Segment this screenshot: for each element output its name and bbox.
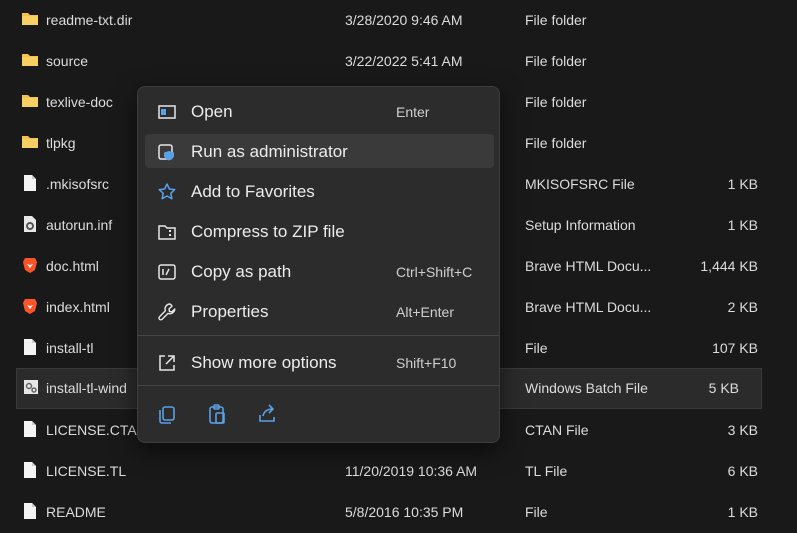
menu-item-label: Run as administrator — [191, 142, 348, 161]
file-size: 1 KB — [727, 217, 758, 233]
share-icon[interactable] — [256, 403, 278, 425]
file-row-readme-txt-dir[interactable]: readme-txt.dir 3/28/2020 9:46 AM File fo… — [0, 0, 797, 41]
menu-item-label: Show more options — [191, 353, 337, 372]
file-type: TL File — [525, 463, 568, 479]
file-icon — [24, 175, 36, 191]
file-size: 3 KB — [727, 422, 758, 438]
file-type: MKISOFSRC File — [525, 176, 635, 192]
file-type: File folder — [525, 53, 587, 69]
file-name: readme-txt.dir — [46, 12, 133, 28]
file-name: README — [46, 504, 106, 520]
menu-item-copy-as-path[interactable]: Copy as path Ctrl+Shift+C — [145, 254, 494, 288]
file-name: LICENSE.TL — [46, 463, 127, 479]
brave-icon — [23, 258, 37, 273]
file-type: Brave HTML Docu... — [525, 258, 652, 274]
menu-item-run-as-administrator[interactable]: Run as administrator — [145, 134, 494, 168]
menu-item-label: Add to Favorites — [191, 182, 315, 201]
file-date: 3/22/2022 5:41 AM — [345, 53, 463, 69]
file-name: source — [46, 53, 89, 69]
file-size: 5 KB — [708, 380, 739, 396]
file-icon — [24, 503, 36, 519]
menu-item-label: Properties — [191, 302, 269, 321]
menu-item-compress-to-zip[interactable]: Compress to ZIP file — [145, 214, 494, 248]
file-size: 6 KB — [727, 463, 758, 479]
menu-item-add-to-favorites[interactable]: Add to Favorites — [145, 174, 494, 208]
file-icon — [24, 421, 36, 437]
menu-item-label: Open — [191, 102, 233, 121]
file-row-license-tl[interactable]: LICENSE.TL 11/20/2019 10:36 AM TL File 6… — [0, 451, 797, 492]
file-name: texlive-doc — [46, 94, 113, 110]
file-name: doc.html — [46, 258, 99, 274]
file-name: install-tl-wind — [46, 380, 127, 396]
menu-item-shortcut: Enter — [396, 104, 430, 120]
folder-icon — [22, 54, 38, 66]
menu-separator — [138, 335, 499, 336]
file-name: install-tl — [46, 340, 94, 356]
file-row-source[interactable]: source 3/22/2022 5:41 AM File folder — [0, 41, 797, 82]
shield-icon — [158, 144, 174, 161]
file-date: 3/28/2020 9:46 AM — [345, 12, 463, 28]
file-type: Setup Information — [525, 217, 636, 233]
file-type: File — [525, 504, 548, 520]
batch-file-icon — [24, 380, 38, 394]
context-menu: Open Enter Run as administrator Add to F… — [137, 86, 500, 443]
file-name: autorun.inf — [46, 217, 113, 233]
file-type: Brave HTML Docu... — [525, 299, 652, 315]
menu-separator — [138, 385, 499, 386]
menu-item-shortcut: Alt+Enter — [396, 304, 454, 320]
file-icon — [24, 462, 36, 478]
file-type: File — [525, 340, 548, 356]
file-size: 107 KB — [712, 340, 758, 356]
file-name: index.html — [46, 299, 110, 315]
copy-path-icon — [158, 264, 176, 280]
file-name: LICENSE.CTAN — [46, 422, 147, 438]
file-size: 1 KB — [727, 176, 758, 192]
menu-item-properties[interactable]: Properties Alt+Enter — [145, 294, 494, 328]
file-size: 1,444 KB — [700, 258, 758, 274]
settings-file-icon — [24, 216, 36, 232]
folder-icon — [22, 13, 38, 25]
star-icon — [158, 183, 176, 200]
file-size: 1 KB — [727, 504, 758, 520]
brave-icon — [23, 299, 37, 314]
folder-icon — [22, 136, 38, 148]
file-date: 5/8/2016 10:35 PM — [345, 504, 464, 520]
wrench-icon — [158, 303, 176, 321]
menu-item-label: Compress to ZIP file — [191, 222, 345, 241]
menu-item-label: Copy as path — [191, 262, 292, 281]
menu-item-show-more-options[interactable]: Show more options Shift+F10 — [145, 345, 494, 379]
zip-folder-icon — [158, 225, 176, 240]
file-type: File folder — [525, 94, 587, 110]
menu-item-open[interactable]: Open Enter — [145, 94, 494, 128]
file-type: Windows Batch File — [525, 380, 648, 396]
open-window-icon — [158, 105, 176, 119]
file-row-readme[interactable]: README 5/8/2016 10:35 PM File 1 KB — [0, 492, 797, 533]
file-size: 2 KB — [727, 299, 758, 315]
menu-item-shortcut: Ctrl+Shift+C — [396, 264, 473, 280]
file-icon — [24, 339, 36, 355]
file-date: 11/20/2019 10:36 AM — [345, 463, 478, 479]
file-name: tlpkg — [46, 135, 76, 151]
copy-icon[interactable] — [156, 403, 178, 425]
more-options-icon — [159, 355, 175, 371]
file-type: File folder — [525, 135, 587, 151]
file-type: CTAN File — [525, 422, 589, 438]
file-type: File folder — [525, 12, 587, 28]
folder-icon — [22, 95, 38, 107]
paste-icon[interactable] — [206, 403, 228, 425]
file-name: .mkisofsrc — [46, 176, 109, 192]
menu-item-shortcut: Shift+F10 — [396, 355, 457, 371]
